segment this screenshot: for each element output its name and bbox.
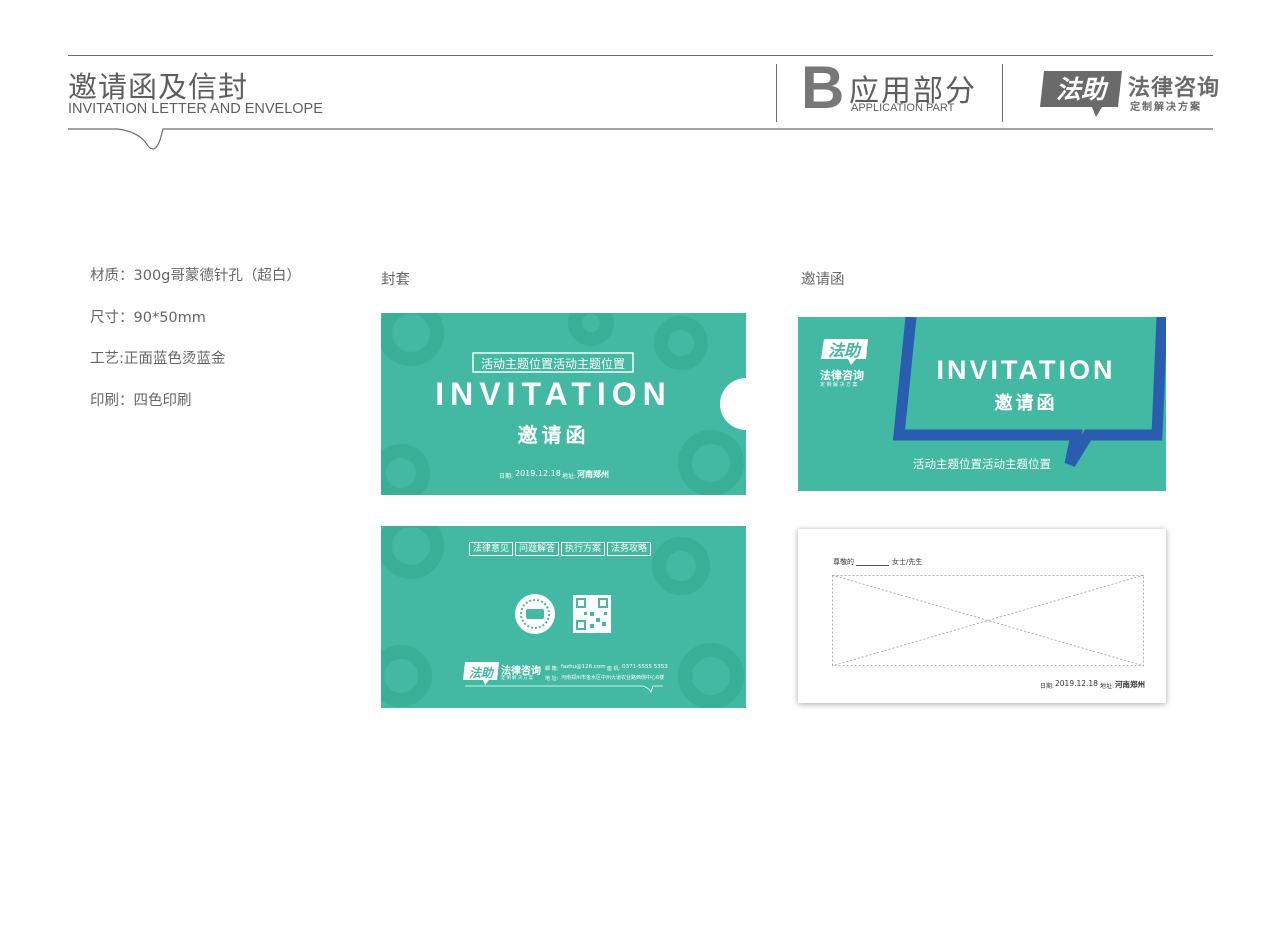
letter-date: 2019.12.18	[1055, 679, 1098, 688]
invitation-front-title-en: INVITATION	[936, 355, 1116, 385]
letter-content-placeholder	[832, 575, 1145, 667]
invitation-front-brand-tagline: 定制解决方案	[820, 382, 860, 388]
spec-size: 尺寸：90*50mm	[90, 310, 206, 326]
spec-printing: 印刷：四色印刷	[90, 393, 192, 409]
envelope-front-title-en: INVITATION	[435, 376, 672, 412]
envelope-front-date: 2019.12.18	[515, 469, 561, 478]
invitation-front: 法助 法律咨询 定制解决方案 INVITATION 邀请函 活动主题位置活动主题…	[798, 317, 1166, 491]
spec-process: 工艺:正面蓝色烫蓝金	[90, 351, 226, 367]
spec-material: 材质：300g哥蒙德针孔（超白）	[90, 268, 301, 284]
letter-name-blank	[856, 565, 889, 566]
letter-salutation-prefix: 尊敬的	[833, 558, 854, 566]
section-letter: B	[801, 54, 845, 121]
header-divider-right	[1002, 64, 1003, 122]
brand-logo-icon: 法助	[1040, 71, 1122, 117]
letter-salutation-suffix: 女士/先生	[892, 558, 923, 566]
brand-logo-text: 法助	[1056, 75, 1109, 104]
envelope-back-address: 河南郑州市金水区中州大道农业路西侧中心6楼	[561, 675, 665, 681]
envelope-back-phone-label: 座 机:	[607, 666, 621, 672]
envelope-back: 法助 法律意见 问题解答 执行方案 法务攻略 法律咨询 定制解决方案 邮 箱: …	[381, 526, 746, 708]
envelope-front-address: 河南郑州	[577, 470, 609, 479]
header-divider-left	[776, 64, 777, 122]
section-subtitle: APPLICATION PART	[851, 102, 955, 114]
tag-execution-plan: 执行方案	[561, 542, 606, 556]
tag-legal-opinion: 法律意见	[469, 542, 514, 556]
envelope-back-email: fazhu@126.com	[561, 664, 606, 670]
envelope-front-title-cn: 邀请函	[517, 423, 590, 447]
header-top-rule	[68, 55, 1213, 56]
invitation-front-subtitle: 活动主题位置活动主题位置	[913, 457, 1051, 471]
invitation-label: 邀请函	[801, 272, 845, 288]
envelope-back-email-label: 邮 箱:	[545, 666, 559, 672]
page-subtitle: INVITATION LETTER AND ENVELOPE	[68, 101, 323, 117]
envelope-back-address-label: 地 址:	[545, 676, 559, 682]
brand-tagline: 定制解决方案	[1130, 102, 1202, 113]
header-bottom-rule	[68, 128, 1213, 150]
envelope-back-brand-tagline: 定制解决方案	[501, 676, 534, 681]
envelope-back-phone: 0371-5555 5353	[622, 664, 668, 670]
letter-address-label: 地址:	[1100, 683, 1115, 690]
envelope-front-date-label: 日期:	[499, 473, 514, 480]
page-title: 邀请函及信封	[68, 70, 249, 104]
envelope-front: 活动主题位置活动主题位置 INVITATION 邀请函 日期: 2019.12.…	[381, 313, 746, 495]
envelope-label: 封套	[381, 272, 410, 288]
letter-address: 河南郑州	[1115, 680, 1145, 689]
envelope-front-address-label: 地址:	[562, 473, 577, 480]
invitation-front-title-cn: 邀请函	[994, 393, 1058, 414]
tag-q-and-a: 问题解答	[515, 542, 560, 556]
letter-date-label: 日期:	[1040, 683, 1055, 690]
invitation-letter: 尊敬的 女士/先生 日期: 2019.12.18 地址: 河南郑州	[798, 529, 1166, 703]
tag-legal-strategy: 法务攻略	[607, 542, 652, 556]
invitation-front-logo-text: 法助	[828, 341, 862, 360]
envelope-back-logo-text: 法助	[469, 666, 495, 680]
envelope-front-subtitle: 活动主题位置活动主题位置	[480, 357, 625, 371]
